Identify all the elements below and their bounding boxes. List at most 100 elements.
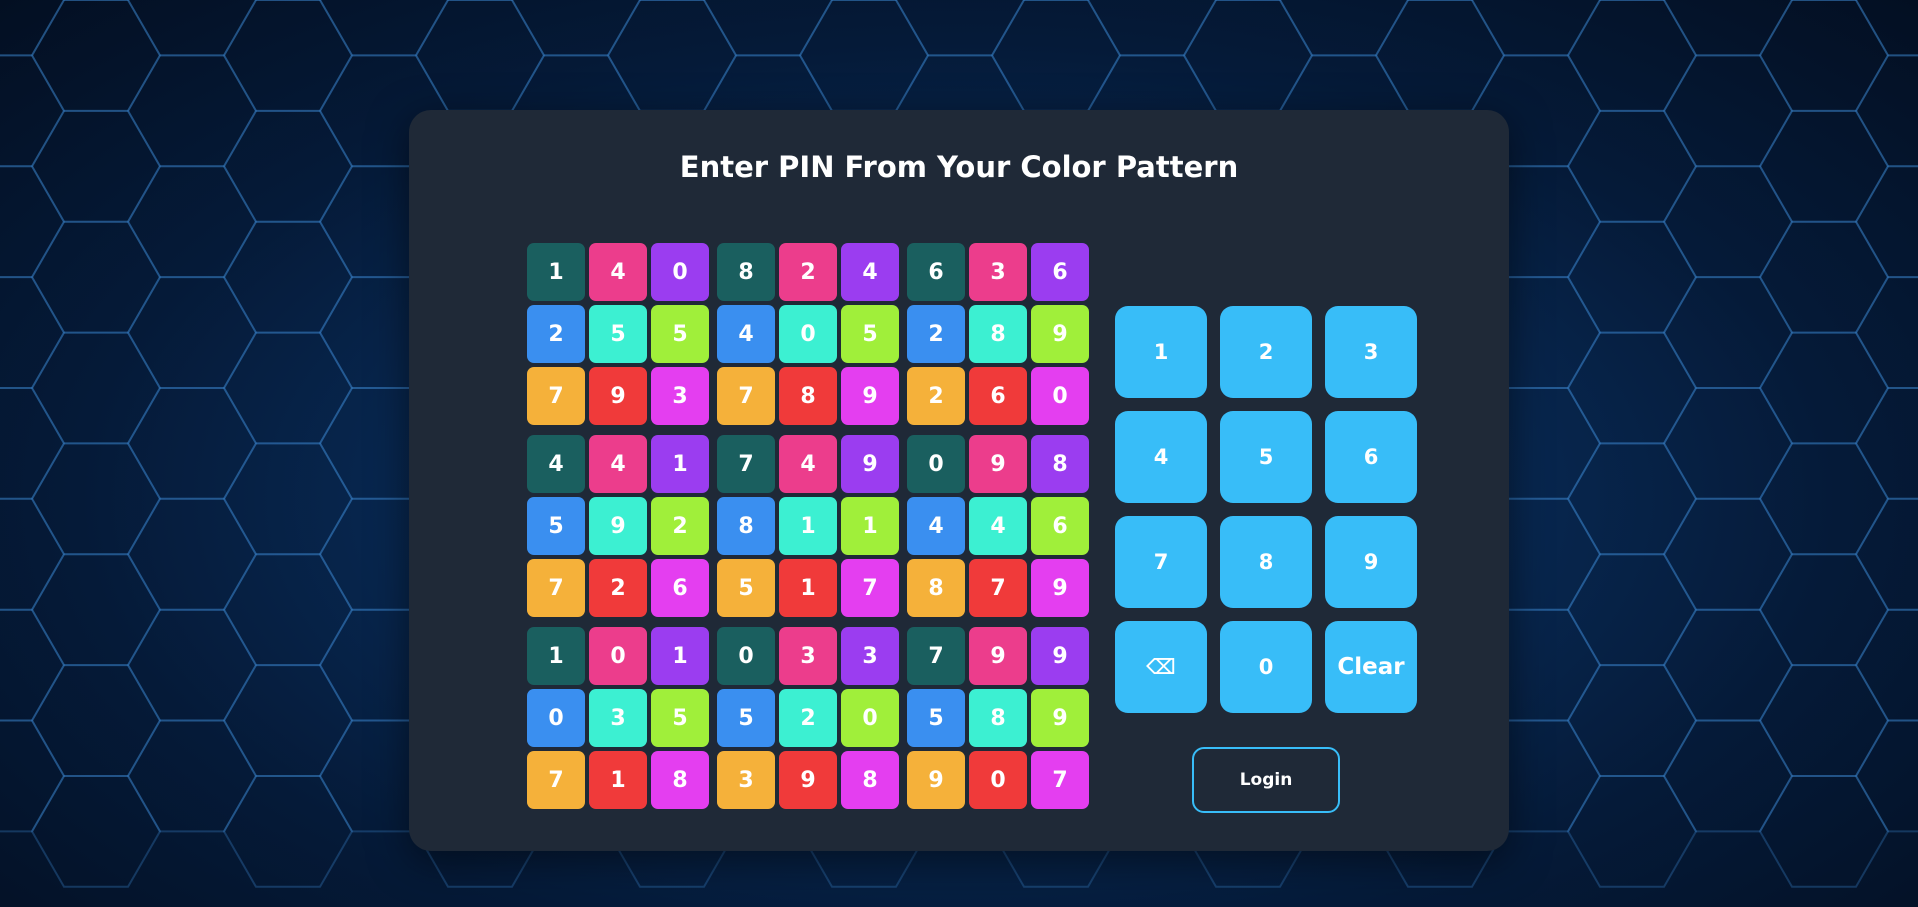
background-hexagon	[1470, 0, 1602, 57]
background-hexagon	[1662, 54, 1794, 168]
pattern-cell: 5	[589, 305, 647, 363]
background-hexagon	[1758, 775, 1890, 888]
key-5[interactable]: 5	[1220, 411, 1312, 503]
background-hexagon	[30, 220, 162, 334]
key-8[interactable]: 8	[1220, 516, 1312, 608]
pattern-cell: 4	[969, 497, 1027, 555]
pattern-cell: 9	[779, 751, 837, 809]
pattern-cell: 7	[717, 367, 775, 425]
pattern-cell: 5	[527, 497, 585, 555]
pattern-cell: 8	[717, 243, 775, 301]
key-0[interactable]: 0	[1220, 621, 1312, 713]
key-3[interactable]: 3	[1325, 306, 1417, 398]
backspace-button[interactable]: ⌫	[1115, 621, 1207, 713]
pattern-cell: 6	[907, 243, 965, 301]
background-hexagon	[1758, 109, 1890, 223]
background-hexagon	[1278, 0, 1410, 57]
background-hexagon	[0, 276, 66, 389]
pattern-cell: 8	[1031, 435, 1089, 493]
background-hexagon	[30, 775, 162, 888]
pattern-cell: 3	[651, 367, 709, 425]
background-hexagon	[1854, 387, 1918, 500]
background-hexagon	[126, 497, 258, 611]
background-hexagon	[1758, 220, 1890, 334]
background-hexagon	[1566, 220, 1698, 334]
pattern-cell: 2	[779, 243, 837, 301]
background-hexagon	[1854, 165, 1918, 279]
pattern-cell: 9	[841, 435, 899, 493]
background-hexagon	[1854, 608, 1918, 722]
pattern-cell: 7	[717, 435, 775, 493]
pattern-cell: 6	[651, 559, 709, 617]
pattern-cell: 9	[589, 367, 647, 425]
background-hexagon	[0, 165, 66, 279]
pattern-block: 749811517	[717, 435, 899, 621]
background-hexagon	[1662, 387, 1794, 500]
login-button[interactable]: Login	[1192, 747, 1340, 813]
key-4[interactable]: 4	[1115, 411, 1207, 503]
background-hexagon	[1662, 719, 1794, 833]
pattern-cell: 5	[717, 559, 775, 617]
color-pattern-grid: 1402557938244057896362892604415927267498…	[527, 243, 1089, 813]
pattern-cell: 7	[1031, 751, 1089, 809]
background-hexagon	[126, 608, 258, 722]
pattern-cell: 0	[589, 627, 647, 685]
pattern-cell: 7	[527, 751, 585, 809]
background-hexagon	[702, 0, 834, 57]
key-1[interactable]: 1	[1115, 306, 1207, 398]
pin-keypad: 1 2 3 4 5 6 7 8 9 ⌫ 0 Clear	[1115, 306, 1417, 713]
pattern-cell: 3	[589, 689, 647, 747]
background-hexagon	[30, 109, 162, 223]
pattern-cell: 0	[1031, 367, 1089, 425]
background-hexagon	[222, 0, 354, 112]
pattern-cell: 0	[841, 689, 899, 747]
background-hexagon	[1566, 442, 1698, 556]
pattern-cell: 8	[907, 559, 965, 617]
background-hexagon	[30, 664, 162, 777]
background-hexagon	[0, 497, 66, 611]
pattern-block: 101035718	[527, 627, 709, 813]
background-hexagon	[222, 331, 354, 445]
pattern-cell: 2	[527, 305, 585, 363]
background-hexagon	[30, 0, 162, 112]
background-hexagon	[222, 442, 354, 556]
pattern-cell: 2	[907, 367, 965, 425]
pattern-cell: 3	[779, 627, 837, 685]
pattern-cell: 0	[969, 751, 1027, 809]
pattern-cell: 5	[841, 305, 899, 363]
pattern-cell: 9	[969, 627, 1027, 685]
clear-button[interactable]: Clear	[1325, 621, 1417, 713]
key-6[interactable]: 6	[1325, 411, 1417, 503]
pattern-cell: 9	[841, 367, 899, 425]
pattern-block: 441592726	[527, 435, 709, 621]
background-hexagon	[990, 0, 1122, 112]
background-hexagon	[0, 719, 66, 833]
pattern-cell: 3	[841, 627, 899, 685]
pattern-block: 140255793	[527, 243, 709, 429]
pattern-cell: 4	[589, 243, 647, 301]
background-hexagon	[0, 608, 66, 722]
pattern-cell: 2	[651, 497, 709, 555]
pattern-cell: 1	[841, 497, 899, 555]
pattern-cell: 3	[717, 751, 775, 809]
pattern-cell: 0	[527, 689, 585, 747]
background-hexagon	[1182, 0, 1314, 112]
background-hexagon	[126, 719, 258, 833]
pattern-cell: 3	[969, 243, 1027, 301]
key-7[interactable]: 7	[1115, 516, 1207, 608]
pattern-cell: 0	[651, 243, 709, 301]
background-hexagon	[126, 54, 258, 168]
background-hexagon	[222, 664, 354, 777]
background-hexagon	[510, 0, 642, 57]
background-hexagon	[1758, 442, 1890, 556]
background-hexagon	[1086, 0, 1218, 57]
key-2[interactable]: 2	[1220, 306, 1312, 398]
pattern-cell: 9	[1031, 627, 1089, 685]
background-hexagon	[1758, 664, 1890, 777]
pattern-cell: 5	[651, 305, 709, 363]
background-hexagon	[1566, 553, 1698, 667]
pattern-cell: 1	[651, 435, 709, 493]
key-9[interactable]: 9	[1325, 516, 1417, 608]
pattern-cell: 7	[841, 559, 899, 617]
pattern-cell: 2	[589, 559, 647, 617]
